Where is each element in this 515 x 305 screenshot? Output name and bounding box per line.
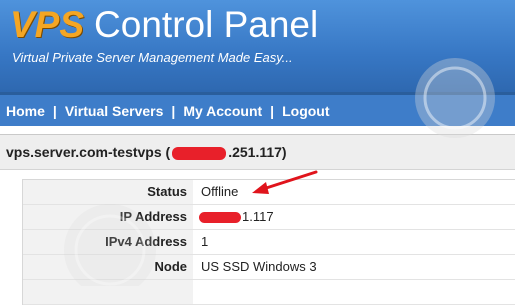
empty-label [23, 280, 193, 304]
tagline: Virtual Private Server Management Made E… [12, 50, 293, 65]
nav-my-account-link[interactable]: My Account [183, 103, 262, 119]
server-title: vps.server.com-testvps ( .251.117) [6, 144, 287, 160]
nav-separator: | [52, 103, 57, 119]
ipv4-value: 1 [201, 234, 209, 249]
nav-separator: | [270, 103, 275, 119]
ip-suffix: 1.117 [242, 209, 274, 224]
brand-logo-text: VPS [10, 4, 85, 45]
nav-logout-link[interactable]: Logout [282, 103, 329, 119]
server-title-suffix: .251.117) [228, 144, 287, 160]
ipv4-label: IPv4 Address [23, 230, 193, 254]
server-title-prefix: vps.server.com-testvps ( [6, 144, 171, 160]
redaction-mark [199, 212, 241, 224]
title-text: Control Panel [94, 4, 319, 45]
nav-home-link[interactable]: Home [6, 103, 45, 119]
node-label: Node [23, 255, 193, 279]
status-value: Offline [201, 184, 239, 199]
header-banner: VPS Control Panel Virtual Private Server … [0, 0, 515, 92]
status-label: Status [23, 180, 193, 204]
app-title: VPS Control Panel [10, 4, 318, 46]
ip-row: IP Address 1.117 [23, 205, 515, 230]
nav-links: Home | Virtual Servers | My Account | Logout [6, 103, 330, 119]
annotation-arrow-icon [252, 170, 318, 194]
empty-row [23, 280, 515, 305]
nav-separator: | [171, 103, 176, 119]
panel-header: vps.server.com-testvps ( .251.117) [0, 135, 515, 170]
spacer [0, 126, 515, 134]
node-row: Node US SSD Windows 3 [23, 255, 515, 280]
server-panel: vps.server.com-testvps ( .251.117) Status… [0, 134, 515, 305]
ip-label: IP Address [23, 205, 193, 229]
ip-value: 1.117 [193, 205, 274, 229]
node-value: US SSD Windows 3 [201, 259, 317, 274]
ipv4-row: IPv4 Address 1 [23, 230, 515, 255]
redaction-mark [172, 146, 227, 160]
nav-virtual-servers-link[interactable]: Virtual Servers [65, 103, 164, 119]
nav-bar: Home | Virtual Servers | My Account | Logout [0, 92, 515, 126]
